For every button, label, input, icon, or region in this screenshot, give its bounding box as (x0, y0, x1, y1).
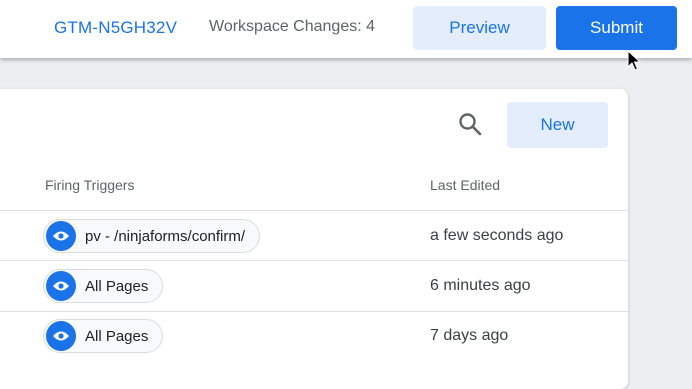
container-id-link[interactable]: GTM-N5GH32V (54, 18, 177, 38)
eye-icon (46, 221, 76, 251)
trigger-chip-label: All Pages (85, 327, 149, 345)
column-header-firing-triggers[interactable]: Firing Triggers (45, 177, 134, 193)
trigger-chip-label: All Pages (85, 277, 149, 295)
workspace-changes-count[interactable]: Workspace Changes: 4 (209, 18, 375, 36)
new-button[interactable]: New (507, 102, 608, 148)
eye-icon (46, 271, 76, 301)
submit-button[interactable]: Submit (556, 6, 677, 50)
mouse-cursor-icon (627, 50, 641, 71)
preview-button[interactable]: Preview (413, 6, 546, 50)
top-bar: GTM-N5GH32V Workspace Changes: 4 Preview… (0, 0, 692, 58)
trigger-chip[interactable]: All Pages (43, 269, 164, 303)
eye-icon (46, 321, 76, 351)
row-divider (0, 311, 628, 312)
trigger-chip[interactable]: pv - /ninjaforms/confirm/ (43, 219, 261, 253)
trigger-chip-label: pv - /ninjaforms/confirm/ (85, 227, 246, 245)
column-header-last-edited[interactable]: Last Edited (430, 177, 500, 193)
row-divider (0, 260, 628, 261)
row-divider (0, 210, 628, 211)
trigger-chip[interactable]: All Pages (43, 319, 164, 353)
last-edited-value: a few seconds ago (430, 227, 564, 244)
last-edited-value: 6 minutes ago (430, 277, 531, 294)
search-icon[interactable] (457, 111, 483, 137)
last-edited-value: 7 days ago (430, 327, 509, 344)
